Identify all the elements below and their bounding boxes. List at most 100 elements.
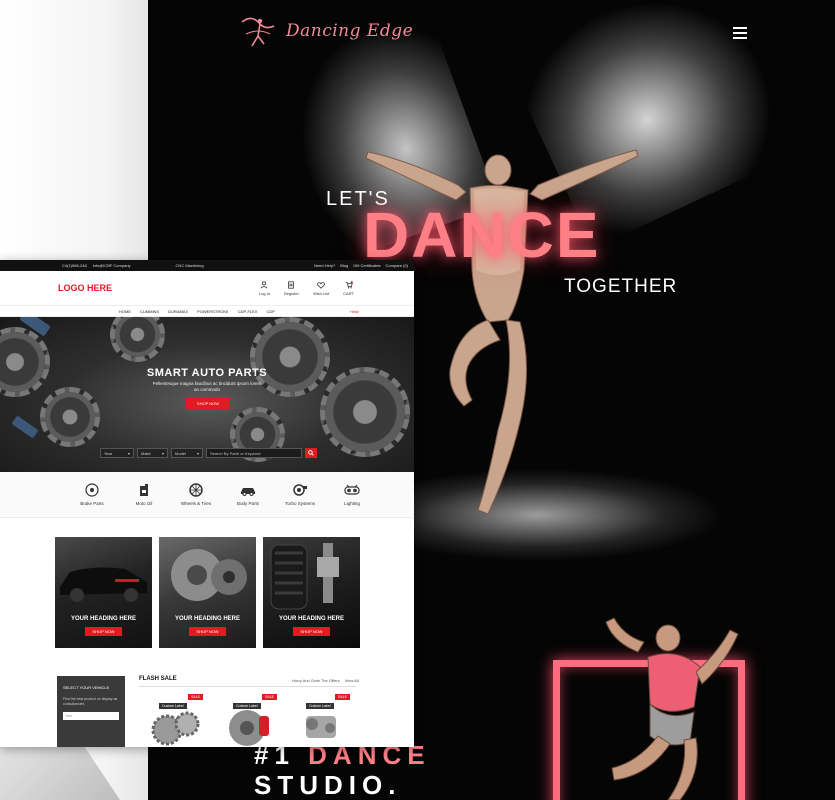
- year-select-label: Year: [104, 450, 113, 456]
- part-search-input[interactable]: Search By Part# or Keyword: [206, 448, 302, 458]
- nav-powerstroke[interactable]: POWERSTROKE: [197, 309, 229, 314]
- model-select-label: Model: [175, 450, 186, 456]
- chevron-down-icon: ▾: [127, 450, 130, 456]
- brake-image: [171, 549, 247, 601]
- promo-heading: YOUR HEADING HERE: [70, 616, 136, 622]
- vehicle-search-bar: Year ▾ Make ▾ Model ▾ Search By Part# or Ke…: [100, 448, 317, 458]
- promo-card-brakes[interactable]: YOUR HEADING HERE SHOP NOW: [159, 537, 256, 648]
- register-icon: [288, 280, 295, 289]
- promo-shop-now-button[interactable]: SHOP NOW: [189, 627, 226, 636]
- topbar-middle[interactable]: CNC Machining: [176, 263, 204, 268]
- studio-title-line2: STUDIO.: [254, 770, 402, 800]
- sale-badge: SALE: [335, 694, 350, 700]
- category-moto-oil[interactable]: Moto Oil: [118, 483, 170, 506]
- flash-sale-meta: Hurry And Grab The Offers View All: [292, 678, 359, 683]
- hero-part-gear: [0, 327, 50, 397]
- promo-card-tires[interactable]: YOUR HEADING HERE SHOP NOW: [263, 537, 360, 648]
- nav-help[interactable]: Help!: [350, 309, 359, 314]
- heart-icon: [317, 281, 325, 289]
- product-brake-image: [229, 710, 269, 746]
- hero-part-gear: [110, 317, 165, 362]
- category-label: Moto Oil: [135, 501, 153, 506]
- topbar-link-help[interactable]: Need Help?: [314, 263, 335, 268]
- select-vehicle-panel: SELECT YOUR VEHICLE Find the best produc…: [57, 676, 125, 747]
- chevron-down-icon: ▾: [196, 450, 199, 456]
- cart-link[interactable]: CART: [343, 280, 354, 296]
- hero-shop-now-button[interactable]: SHOP NOW: [186, 398, 230, 409]
- showcase-canvas: Dancing Edge LET'S DANCE TOGETHER #1 DAN…: [0, 0, 835, 800]
- custom-label: Custom Label: [233, 703, 261, 709]
- hero-title: SMART AUTO PARTS: [146, 367, 268, 379]
- vehicle-panel-desc: Find the best product on display as cons…: [63, 697, 118, 706]
- category-body-parts[interactable]: Body Parts: [222, 483, 274, 506]
- hero-part-spring: [11, 415, 39, 439]
- custom-label: Custom Label: [159, 703, 187, 709]
- flash-sale-divider: [139, 686, 356, 687]
- make-select-label: Make: [141, 450, 151, 456]
- vehicle-year-input[interactable]: Year: [63, 712, 119, 720]
- category-label: Lighting: [344, 501, 360, 506]
- tire-image: [270, 543, 339, 610]
- category-label: Brake Parts: [80, 501, 104, 506]
- login-link[interactable]: Log In: [258, 280, 271, 296]
- dancer-logo-icon: [241, 17, 275, 46]
- cart-label: CART: [343, 290, 354, 296]
- make-select[interactable]: Make ▾: [137, 448, 168, 458]
- topbar-link-compare[interactable]: Compare (0): [386, 263, 408, 268]
- dancer-figure-pink: [605, 617, 739, 800]
- nav-duramax[interactable]: DURAMAX: [168, 309, 188, 314]
- flash-sale-tagline: Hurry And Grab The Offers: [292, 678, 340, 683]
- product-card[interactable]: SALE Custom Label: [219, 694, 279, 747]
- nav-cdp-flex[interactable]: CDP-FLEX: [238, 309, 258, 314]
- car-body-icon: [241, 488, 255, 496]
- nav-cummins[interactable]: CUMMINS: [140, 309, 159, 314]
- category-wheels-tires[interactable]: Wheels & Tires: [170, 483, 222, 506]
- promo-card-car[interactable]: YOUR HEADING HERE SHOP NOW: [55, 537, 152, 648]
- nav-home[interactable]: HOME: [119, 309, 131, 314]
- category-label: Body Parts: [236, 501, 259, 506]
- nav-cdp[interactable]: CDP: [266, 309, 274, 314]
- category-label: Turbo Systems: [284, 501, 316, 506]
- sale-badge: SALE: [188, 694, 203, 700]
- dance-logo-text: Dancing Edge: [286, 20, 414, 41]
- promo-heading: YOUR HEADING HERE: [278, 616, 344, 622]
- wishlist-link[interactable]: Wish List: [313, 281, 329, 296]
- user-icon: [260, 280, 268, 288]
- product-card[interactable]: SALE Custom Label: [292, 694, 352, 747]
- product-card[interactable]: SALE Custom Label: [145, 694, 205, 747]
- category-lighting[interactable]: Lighting: [326, 483, 378, 506]
- promo-heading: YOUR HEADING HERE: [174, 616, 240, 622]
- custom-label: Custom Label: [306, 703, 334, 709]
- topbar-email[interactable]: info@ICBF Company: [93, 263, 131, 268]
- topbar-phone[interactable]: C4(1)566-248: [62, 263, 87, 268]
- product-gears-image: [151, 711, 200, 746]
- site-header: LOGO HERE Log In Register Wish List CART: [0, 271, 414, 306]
- main-nav: HOME CUMMINS DURAMAX POWERSTROKE CDP-FLE…: [0, 306, 414, 317]
- hamburger-menu-icon[interactable]: [733, 27, 747, 39]
- vehicle-panel-title: SELECT YOUR VEHICLE: [63, 685, 110, 690]
- category-turbo-systems[interactable]: Turbo Systems: [274, 483, 326, 506]
- site-logo[interactable]: LOGO HERE: [58, 283, 112, 293]
- promo-shop-now-button[interactable]: SHOP NOW: [85, 627, 122, 636]
- car-image: [60, 567, 147, 602]
- topbar-link-blog[interactable]: Blog: [340, 263, 348, 268]
- product-pump-image: [306, 716, 336, 738]
- promo-grid: YOUR HEADING HERE SHOP NOW YOUR HEADING …: [55, 537, 360, 648]
- login-label: Log In: [258, 290, 271, 296]
- category-brake-parts[interactable]: Brake Parts: [66, 483, 118, 506]
- hero-part-gear: [320, 367, 410, 457]
- topbar-link-gift[interactable]: Gift Certificates: [353, 263, 380, 268]
- brake-disc-icon: [85, 483, 99, 497]
- register-link[interactable]: Register: [284, 280, 299, 296]
- year-select[interactable]: Year ▾: [100, 448, 134, 458]
- category-label: Wheels & Tires: [180, 501, 212, 506]
- oil-can-icon: [140, 484, 148, 496]
- hero-part-gear: [40, 387, 100, 447]
- dance-logo[interactable]: Dancing Edge: [238, 8, 418, 53]
- turbo-icon: [293, 484, 307, 496]
- promo-shop-now-button[interactable]: SHOP NOW: [293, 627, 330, 636]
- headline-together: TOGETHER: [564, 276, 678, 297]
- model-select[interactable]: Model ▾: [171, 448, 203, 458]
- view-all-link[interactable]: View All: [345, 678, 359, 683]
- search-button[interactable]: [305, 448, 317, 458]
